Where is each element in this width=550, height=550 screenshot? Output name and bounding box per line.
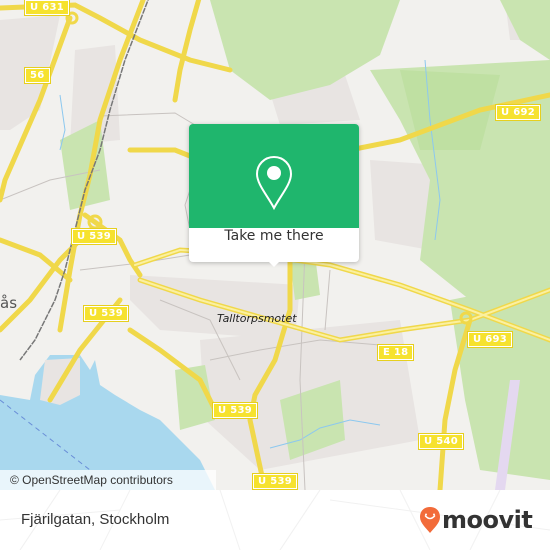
map-canvas[interactable]: Talltorpsmotet ås U 631 56 U 539 U 539 U… [0, 0, 550, 490]
road-shield-u631: U 631 [24, 0, 70, 16]
road-shield-u539: U 539 [71, 228, 117, 245]
road-shield-u692: U 692 [495, 104, 541, 121]
popup-pointer [267, 260, 281, 267]
road-shield-u693: U 693 [467, 331, 513, 348]
footer-bar: Fjärilgatan, Stockholm moovit [0, 490, 550, 550]
road-shield-56: 56 [24, 67, 51, 84]
road-shield-u540: U 540 [418, 433, 464, 450]
location-popup[interactable]: Take me there [189, 124, 359, 267]
map-widget: Talltorpsmotet ås U 631 56 U 539 U 539 U… [0, 0, 550, 550]
address-label: Fjärilgatan, Stockholm [21, 511, 170, 528]
popup-header [189, 124, 359, 228]
location-pin-icon [255, 155, 293, 211]
road-shield-u539: U 539 [212, 402, 258, 419]
moovit-logo[interactable]: moovit [420, 506, 533, 534]
take-me-there-button[interactable]: Take me there [189, 228, 359, 262]
moovit-wordmark: moovit [442, 506, 533, 534]
road-shield-u539: U 539 [83, 305, 129, 322]
moovit-pin-icon [420, 507, 440, 533]
road-shield-u539: U 539 [252, 473, 298, 490]
map-attribution[interactable]: © OpenStreetMap contributors [0, 470, 216, 490]
road-shield-e18: E 18 [376, 344, 415, 361]
place-label-town: ås [0, 294, 18, 312]
place-label-talltorpsmotet: Talltorpsmotet [217, 312, 297, 325]
